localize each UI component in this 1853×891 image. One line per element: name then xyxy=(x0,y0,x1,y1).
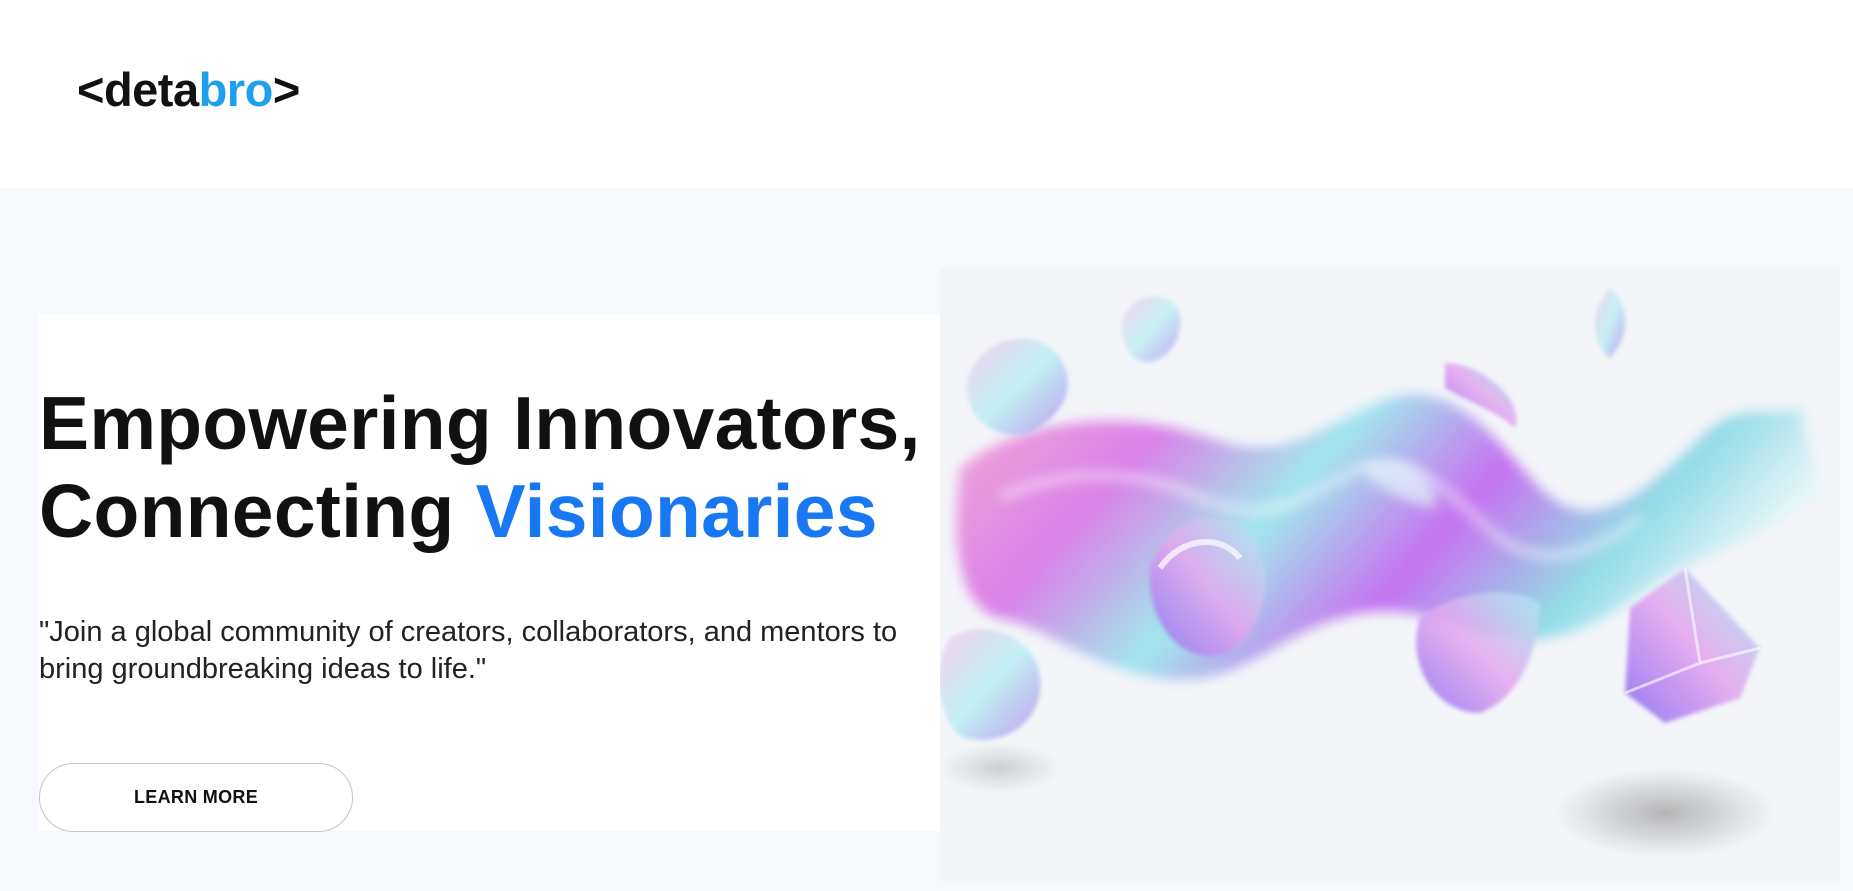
headline-line-2-plain: Connecting xyxy=(39,469,476,553)
hero-headline: Empowering Innovators, Connecting Vision… xyxy=(39,379,944,555)
site-logo[interactable]: <detabro> xyxy=(77,62,300,118)
hero-illustration xyxy=(940,268,1840,881)
abstract-glass-shapes-icon xyxy=(940,288,1820,858)
hero-text-card: Empowering Innovators, Connecting Vision… xyxy=(39,315,940,832)
site-header: <detabro> xyxy=(0,0,1853,188)
hero-subtext: "Join a global community of creators, co… xyxy=(39,616,898,685)
logo-word-blue: bro xyxy=(198,63,274,116)
headline-line-2-accent: Visionaries xyxy=(475,469,878,553)
hero-section: Empowering Innovators, Connecting Vision… xyxy=(0,188,1853,891)
headline-line-1: Empowering Innovators, xyxy=(39,381,921,465)
logo-open-bracket: < xyxy=(77,63,104,116)
learn-more-button[interactable]: LEARN MORE xyxy=(39,763,353,832)
logo-word-dark: deta xyxy=(103,63,199,116)
logo-close-bracket: > xyxy=(272,63,300,116)
